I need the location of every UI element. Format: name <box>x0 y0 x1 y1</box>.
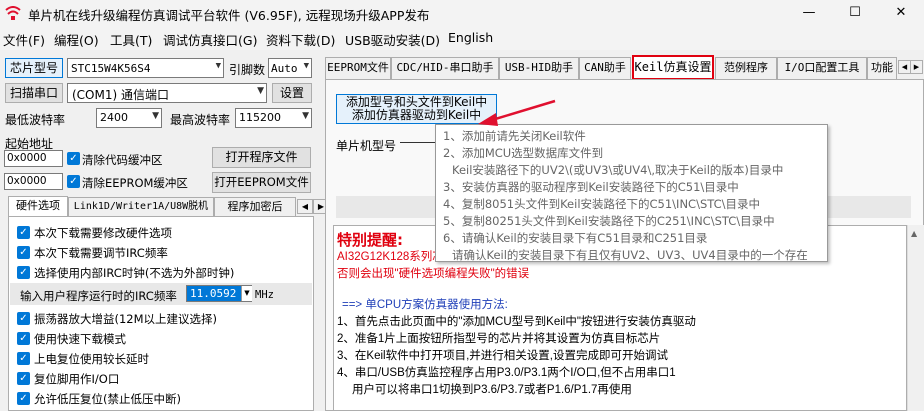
tooltip-line: 6、请确认Keil的安装目录下有C51目录和C251目录 <box>443 231 708 245</box>
app-icon <box>5 6 21 20</box>
chevron-down-icon: ▼ <box>257 86 264 96</box>
warning-title: 特别提醒: <box>337 231 403 249</box>
option-label: 本次下载需要修改硬件选项 <box>34 226 172 240</box>
port-select[interactable]: (COM1) 通信端口 ▼ <box>67 83 267 103</box>
tooltip-line: 4、复制8051头文件到Keil安装路径下的C51\INC\STC\目录中 <box>443 197 761 211</box>
pins-select[interactable]: Auto ▼ <box>268 58 312 78</box>
tab-program-encrypt[interactable]: 程序加密后 <box>214 197 296 217</box>
code-addr-input[interactable]: 0x0000 <box>4 150 63 167</box>
menu-downloads[interactable]: 资料下载(D) <box>266 30 335 49</box>
eeprom-addr-input[interactable]: 0x0000 <box>4 173 63 190</box>
tab-eeprom-file[interactable]: EEPROM文件 <box>325 57 391 79</box>
chip-model-value: STC15W4K56S4 <box>71 62 151 75</box>
menu-tools[interactable]: 工具(T) <box>110 30 152 49</box>
option-checkbox[interactable]: ✓ <box>17 266 30 279</box>
tab-keil-simulation[interactable]: Keil仿真设置 <box>632 55 714 80</box>
tab-examples[interactable]: 范例程序 <box>715 57 777 79</box>
max-baud-label: 最高波特率 <box>170 113 231 127</box>
option-checkbox[interactable]: ✓ <box>17 246 30 259</box>
menu-program[interactable]: 编程(O) <box>54 30 99 49</box>
chevron-down-icon: ▼ <box>152 111 159 121</box>
chip-model-select[interactable]: STC15W4K56S4 ▼ <box>67 58 224 78</box>
irc-unit: MHz <box>255 289 274 301</box>
settings-button[interactable]: 设置 <box>272 83 312 103</box>
tooltip-line: 5、复制80251头文件到Keil安装路径下的C251\INC\STC\目录中 <box>443 214 775 228</box>
tab-scroll-right-icon[interactable]: ▶ <box>910 60 923 74</box>
tooltip-line: 2、添加MCU选型数据库文件到 <box>443 146 604 160</box>
vertical-scrollbar[interactable] <box>907 225 924 411</box>
chevron-down-icon: ▼ <box>215 61 221 71</box>
option-checkbox[interactable]: ✓ <box>17 372 30 385</box>
chip-model-button[interactable]: 芯片型号 <box>5 58 63 78</box>
min-baud-value: 2400 <box>100 111 128 124</box>
method-title: ==> 单CPU方案仿真器使用方法: <box>342 299 508 311</box>
scroll-up-icon[interactable]: ▲ <box>911 229 917 238</box>
tab-hardware-options[interactable]: 硬件选项 <box>8 196 68 217</box>
mcu-model-label: 单片机型号 <box>336 139 397 153</box>
mcu-model-value-line <box>400 142 436 143</box>
tab-io-config[interactable]: I/O口配置工具 <box>777 57 867 79</box>
tab-cdc-hid-serial[interactable]: CDC/HID-串口助手 <box>391 57 499 79</box>
clear-eeprom-label: 清除EEPROM缓冲区 <box>82 176 188 190</box>
tooltip-line: 请确认Keil的安装目录下有且仅有UV2、UV3、UV4目录中的一个存在 <box>452 248 808 262</box>
option-label: 上电复位使用较长延时 <box>34 352 149 366</box>
min-baud-select[interactable]: 2400 ▼ <box>96 108 162 128</box>
pins-label: 引脚数 <box>229 63 266 77</box>
option-checkbox[interactable]: ✓ <box>17 312 30 325</box>
option-checkbox[interactable]: ✓ <box>17 392 30 405</box>
tooltip-line: Keil安装路径下的UV2\(或UV3\或UV4\,取决于Keil的版本)目录中 <box>452 163 784 177</box>
option-checkbox[interactable]: ✓ <box>17 332 30 345</box>
clear-code-label: 清除代码缓冲区 <box>82 153 163 167</box>
step-line: 1、首先点击此页面中的"添加MCU型号到Keil中"按钮进行安装仿真驱动 <box>337 316 696 328</box>
tooltip-line: 3、安装仿真器的驱动程序到Keil安装路径下的C51\目录中 <box>443 180 739 194</box>
tab-link1d-writer[interactable]: Link1D/Writer1A/U8W脱机 <box>68 197 214 217</box>
option-label: 复位脚用作I/O口 <box>34 372 120 386</box>
option-checkbox[interactable]: ✓ <box>17 352 30 365</box>
step-line: 4、串口/USB仿真监控程序占用P3.0/P3.1两个I/O口,但不占用串口1 <box>337 367 676 379</box>
tab-can[interactable]: CAN助手 <box>579 57 631 79</box>
tab-scroll-left-icon[interactable]: ◀ <box>297 199 313 214</box>
annotation-arrow-icon <box>478 99 556 126</box>
pins-value: Auto <box>271 62 298 75</box>
max-baud-value: 115200 <box>239 111 281 124</box>
tooltip: 1、添加前请先关闭Keil软件 2、添加MCU选型数据库文件到 Keil安装路径… <box>435 124 828 262</box>
step-line: 3、在Keil软件中打开项目,并进行相关设置,设置完成即可开始调试 <box>337 350 668 362</box>
option-label: 振荡器放大增益(12M以上建议选择) <box>34 312 218 326</box>
step-line: 2、准备1片上面按钮所指型号的芯片并将其设置为仿真目标芯片 <box>337 333 661 345</box>
option-checkbox[interactable]: ✓ <box>17 226 30 239</box>
tab-functions[interactable]: 功能 <box>867 57 897 79</box>
scan-port-button[interactable]: 扫描串口 <box>5 83 63 103</box>
max-baud-select[interactable]: 115200 ▼ <box>235 108 312 128</box>
option-label: 选择使用内部IRC时钟(不选为外部时钟) <box>34 266 235 280</box>
minimize-button[interactable]: — <box>786 0 832 26</box>
window-title: 单片机在线升级编程仿真调试平台软件 (V6.95F), 远程现场升级APP发布 <box>28 8 430 23</box>
open-eeprom-button[interactable]: 打开EEPROM文件 <box>212 172 311 193</box>
min-baud-label: 最低波特率 <box>5 113 66 127</box>
menu-debug-interface[interactable]: 调试仿真接口(G) <box>163 30 257 49</box>
dropdown-arrow-icon[interactable]: ▼ <box>241 286 252 301</box>
option-label: 允许低压复位(禁止低压中断) <box>34 392 181 406</box>
open-program-button[interactable]: 打开程序文件 <box>212 147 311 168</box>
chevron-down-icon: ▼ <box>302 111 309 121</box>
option-label: 本次下载需要调节IRC频率 <box>34 246 168 260</box>
chevron-down-icon: ▼ <box>303 61 309 71</box>
clear-eeprom-checkbox[interactable]: ✓ <box>67 175 80 188</box>
warning-line: 否则会出现"硬件选项编程失败"的错误 <box>337 268 530 280</box>
close-button[interactable]: ✕ <box>878 0 924 26</box>
warning-line: AI32G12K128系列芯 <box>337 251 444 263</box>
step-line: 用户可以将串口1切换到P3.6/P3.7或者P1.6/P1.7再使用 <box>352 384 632 396</box>
irc-label: 输入用户程序运行时的IRC频率 <box>20 289 177 303</box>
menu-file[interactable]: 文件(F) <box>3 30 45 49</box>
tab-usb-hid[interactable]: USB-HID助手 <box>499 57 579 79</box>
menu-english[interactable]: English <box>448 30 493 45</box>
option-label: 使用快速下载模式 <box>34 332 126 346</box>
clear-code-checkbox[interactable]: ✓ <box>67 152 80 165</box>
menu-usb-driver[interactable]: USB驱动安装(D) <box>345 30 440 49</box>
maximize-button[interactable]: ☐ <box>832 0 878 26</box>
port-value: (COM1) 通信端口 <box>72 88 169 102</box>
